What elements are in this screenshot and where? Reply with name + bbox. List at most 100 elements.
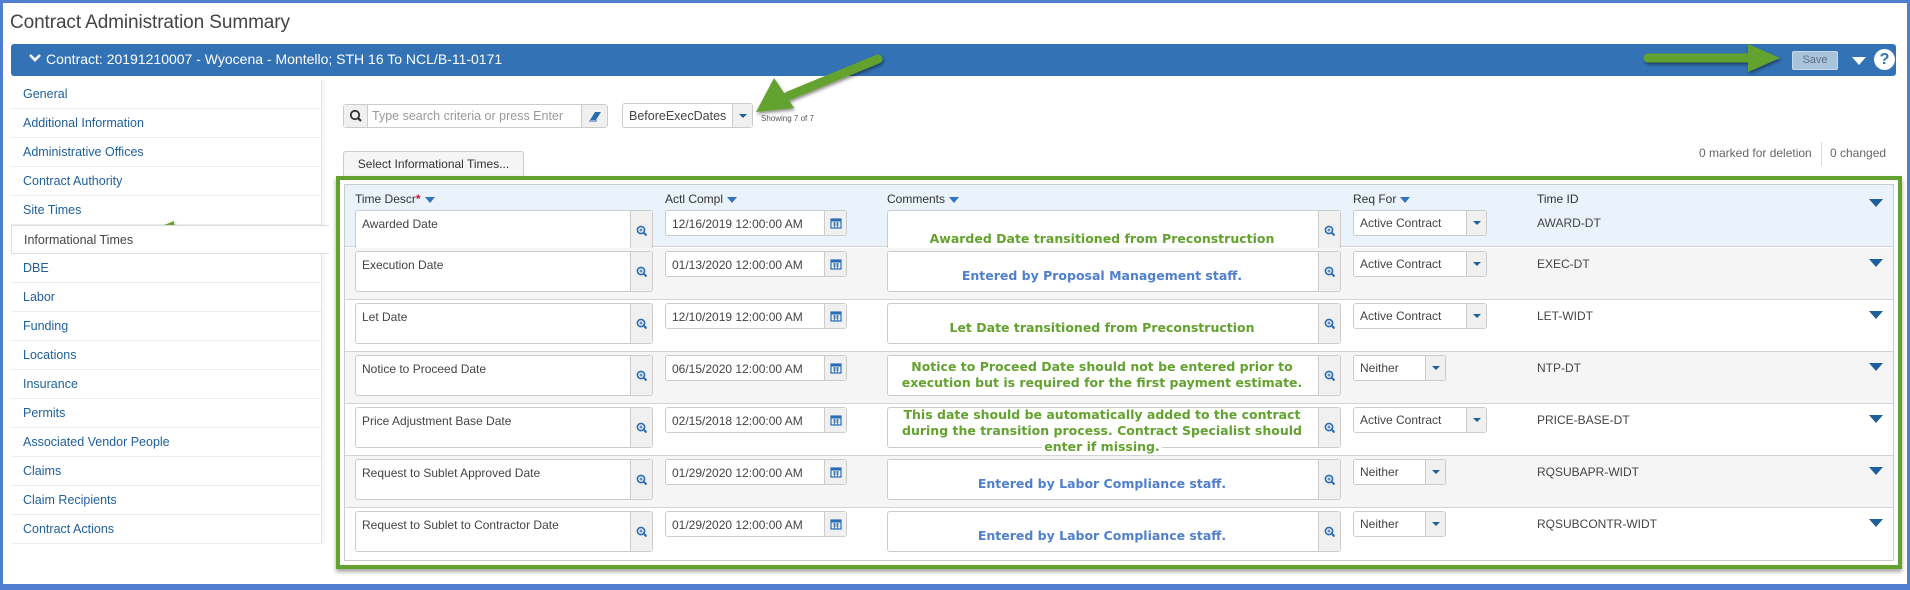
dropdown-toggle[interactable] [1466, 252, 1486, 276]
sidebar-item-administrative-offices[interactable]: Administrative Offices [11, 138, 327, 167]
calendar-button[interactable] [824, 356, 846, 380]
comments-field[interactable]: Let Date transitioned from Preconstructi… [887, 303, 1341, 344]
lookup-button[interactable] [1318, 356, 1340, 395]
sidebar-item-funding[interactable]: Funding [11, 312, 327, 341]
calendar-button[interactable] [824, 252, 846, 276]
comments-field[interactable]: Entered by Proposal Management staff. [887, 251, 1341, 292]
calendar-button[interactable] [824, 408, 846, 432]
caret-down-icon [1432, 366, 1440, 370]
sidebar-item-site-times[interactable]: Site Times [11, 196, 327, 225]
search-icon[interactable] [344, 105, 368, 127]
calendar-button[interactable] [824, 304, 846, 328]
lookup-button[interactable] [630, 460, 652, 499]
actl-compl-date-input[interactable]: 12/10/2019 12:00:00 AM [665, 303, 847, 329]
time-descr-field[interactable]: Price Adjustment Base Date [355, 407, 653, 448]
time-descr-field[interactable]: Notice to Proceed Date [355, 355, 653, 396]
req-for-select[interactable]: Neither [1353, 355, 1446, 381]
sort-caret-icon[interactable] [727, 196, 738, 203]
comments-field[interactable]: This date should be automatically added … [887, 407, 1341, 454]
sidebar-item-general[interactable]: General [11, 80, 327, 109]
lookup-button[interactable] [630, 356, 652, 395]
row-menu-caret-icon[interactable] [1869, 259, 1883, 267]
eraser-icon[interactable] [581, 105, 607, 127]
sidebar-item-locations[interactable]: Locations [11, 341, 327, 370]
select-informational-times-button[interactable]: Select Informational Times... [343, 151, 524, 176]
lookup-button[interactable] [1318, 252, 1340, 291]
dropdown-toggle[interactable] [1425, 356, 1445, 380]
saved-view-select[interactable]: BeforeExecDates [622, 103, 753, 128]
lookup-button[interactable] [630, 211, 652, 250]
req-for-select[interactable]: Active Contract [1353, 251, 1487, 277]
sidebar-item-claims[interactable]: Claims [11, 457, 327, 486]
comments-field[interactable]: Entered by Labor Compliance staff. [887, 459, 1341, 500]
dropdown-toggle[interactable] [1425, 460, 1445, 484]
lookup-button[interactable] [1318, 512, 1340, 551]
time-descr-field[interactable]: Execution Date [355, 251, 653, 292]
sidebar-item-claim-recipients[interactable]: Claim Recipients [11, 486, 327, 515]
chevron-down-icon[interactable] [28, 51, 42, 65]
sidebar-item-permits[interactable]: Permits [11, 399, 327, 428]
dropdown-toggle[interactable] [1425, 512, 1445, 536]
req-for-select[interactable]: Active Contract [1353, 210, 1487, 236]
calendar-button[interactable] [824, 460, 846, 484]
sidebar-item-contract-actions[interactable]: Contract Actions [11, 515, 327, 544]
row-menu-caret-icon[interactable] [1869, 363, 1883, 371]
actl-compl-date-input[interactable]: 02/15/2018 12:00:00 AM [665, 407, 847, 433]
sidebar-item-labor[interactable]: Labor [11, 283, 327, 312]
sort-caret-icon[interactable] [424, 196, 435, 203]
lookup-button[interactable] [1318, 408, 1340, 447]
actl-compl-date-input[interactable]: 06/15/2020 12:00:00 AM [665, 355, 847, 381]
req-for-select[interactable]: Active Contract [1353, 303, 1487, 329]
sort-caret-icon[interactable] [949, 196, 960, 203]
lookup-button[interactable] [630, 252, 652, 291]
caret-down-icon[interactable] [1852, 57, 1866, 65]
row-menu-caret-icon[interactable] [1869, 415, 1883, 423]
dropdown-toggle[interactable] [1466, 211, 1486, 235]
sort-caret-icon[interactable] [1400, 196, 1411, 203]
actl-compl-date-input[interactable]: 01/29/2020 12:00:00 AM [665, 511, 847, 537]
comments-field[interactable]: Entered by Labor Compliance staff. [887, 511, 1341, 552]
dropdown-toggle[interactable] [732, 104, 752, 127]
calendar-button[interactable] [824, 512, 846, 536]
calendar-button[interactable] [824, 211, 846, 235]
lookup-button[interactable] [630, 512, 652, 551]
contract-header-bar[interactable]: Contract: 20191210007 - Wyocena - Montel… [11, 44, 1896, 76]
lookup-button[interactable] [630, 408, 652, 447]
column-header-time-id[interactable]: Time ID [1537, 192, 1579, 206]
sidebar-item-contract-authority[interactable]: Contract Authority [11, 167, 327, 196]
req-for-select[interactable]: Neither [1353, 459, 1446, 485]
lookup-button[interactable] [1318, 304, 1340, 343]
row-menu-caret-icon[interactable] [1869, 467, 1883, 475]
sidebar-item-insurance[interactable]: Insurance [11, 370, 327, 399]
column-header-req-for[interactable]: Req For [1353, 192, 1411, 206]
actl-compl-date-input[interactable]: 12/16/2019 12:00:00 AM [665, 210, 847, 236]
sidebar-item-associated-vendor-people[interactable]: Associated Vendor People [11, 428, 327, 457]
sidebar-item-additional-information[interactable]: Additional Information [11, 109, 327, 138]
column-header-time-descr[interactable]: Time Descr* [355, 192, 435, 206]
time-descr-field[interactable]: Request to Sublet to Contractor Date [355, 511, 653, 552]
actl-compl-date-input[interactable]: 01/29/2020 12:00:00 AM [665, 459, 847, 485]
comments-field[interactable]: Awarded Date transitioned from Preconstr… [887, 210, 1341, 251]
req-for-select[interactable]: Active Contract [1353, 407, 1487, 433]
time-descr-field[interactable]: Let Date [355, 303, 653, 344]
row-menu-caret-icon[interactable] [1869, 519, 1883, 527]
lookup-button[interactable] [630, 304, 652, 343]
column-header-comments[interactable]: Comments [887, 192, 960, 206]
dropdown-toggle[interactable] [1466, 304, 1486, 328]
lookup-button[interactable] [1318, 460, 1340, 499]
sidebar-item-informational-times[interactable]: Informational Times [11, 225, 329, 254]
comments-field[interactable]: Notice to Proceed Date should not be ent… [887, 355, 1341, 396]
save-button[interactable]: Save [1792, 51, 1838, 70]
dropdown-toggle[interactable] [1466, 408, 1486, 432]
time-descr-field[interactable]: Request to Sublet Approved Date [355, 459, 653, 500]
time-descr-field[interactable]: Awarded Date [355, 210, 653, 251]
search-input[interactable] [370, 106, 575, 126]
sidebar-item-dbe[interactable]: DBE [11, 254, 327, 283]
row-menu-caret-icon[interactable] [1869, 311, 1883, 319]
req-for-select[interactable]: Neither [1353, 511, 1446, 537]
grid-menu-caret-icon[interactable] [1869, 199, 1883, 207]
column-header-actl-compl[interactable]: Actl Compl [665, 192, 738, 206]
help-icon[interactable]: ? [1874, 49, 1895, 70]
actl-compl-date-input[interactable]: 01/13/2020 12:00:00 AM [665, 251, 847, 277]
lookup-button[interactable] [1318, 211, 1340, 250]
